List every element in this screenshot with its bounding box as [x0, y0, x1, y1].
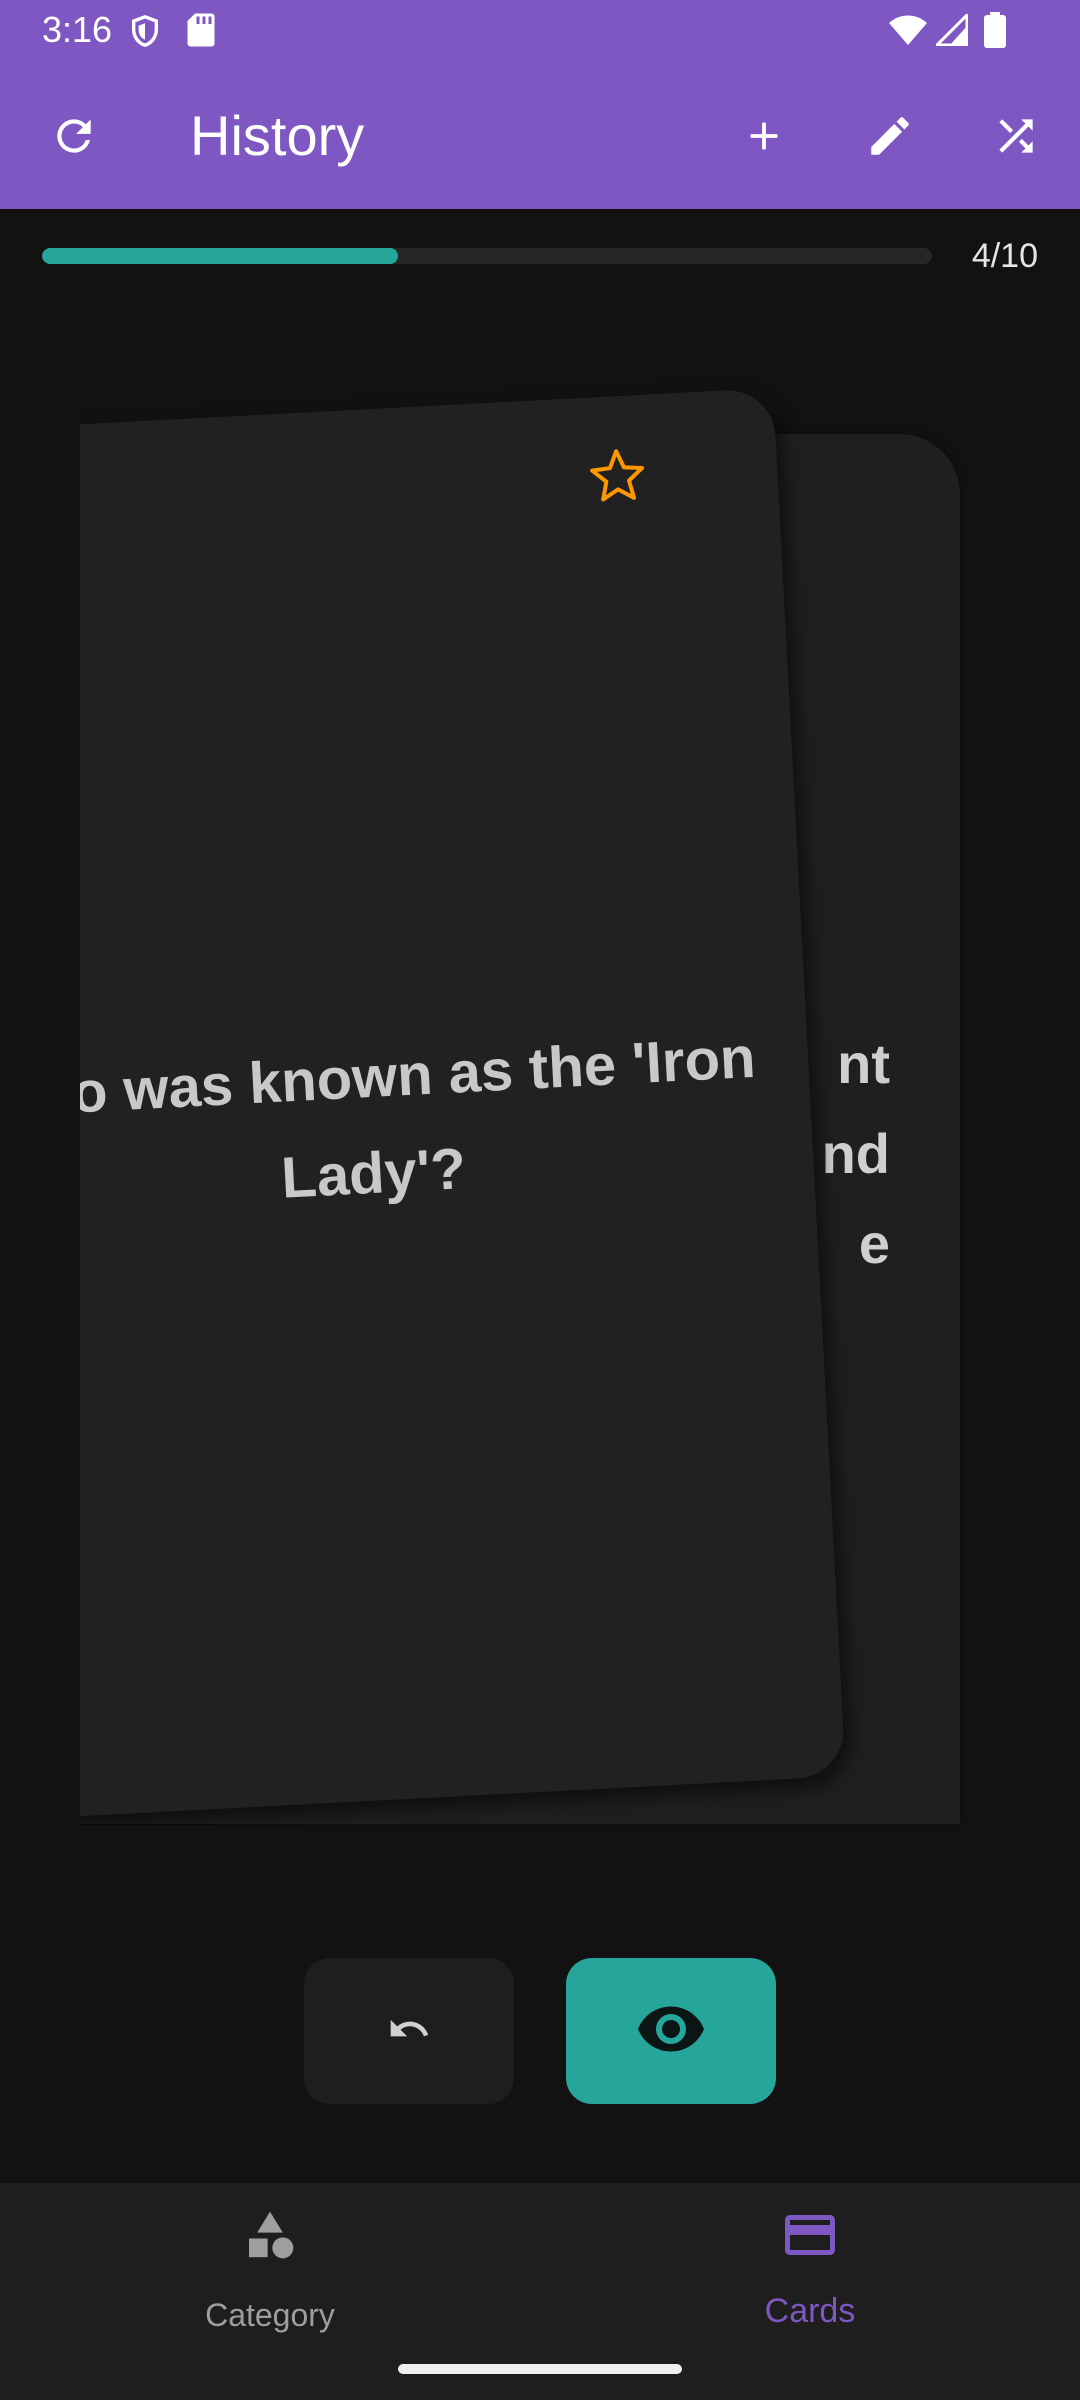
shapes-icon — [242, 2207, 298, 2268]
eye-icon — [635, 1993, 707, 2070]
add-button[interactable] — [722, 96, 806, 180]
nav-item-category[interactable]: Category — [0, 2183, 540, 2373]
battery-icon — [984, 12, 1006, 53]
nav-item-cards[interactable]: Cards — [540, 2183, 1080, 2373]
reveal-answer-button[interactable] — [566, 1958, 776, 2104]
progress-count: 4/10 — [971, 237, 1038, 275]
shield-icon — [128, 12, 162, 55]
edit-button[interactable] — [848, 96, 932, 180]
shuffle-button[interactable] — [974, 96, 1058, 180]
shuffle-icon — [991, 111, 1041, 166]
refresh-icon — [49, 111, 99, 166]
card-question: Who was known as the 'Iron Lady'? — [80, 1024, 757, 1211]
nav-label-cards: Cards — [764, 2292, 856, 2330]
signal-icon — [933, 11, 969, 51]
app-header: 3:16 History — [0, 0, 1080, 209]
home-indicator[interactable] — [398, 2364, 682, 2374]
status-time: 3:16 — [42, 9, 113, 50]
refresh-button[interactable] — [32, 96, 116, 180]
progress-fill — [42, 248, 398, 264]
nav-label-category: Category — [205, 2297, 335, 2333]
wifi-icon — [888, 14, 928, 51]
progress-bar — [42, 248, 932, 264]
add-icon — [741, 113, 787, 164]
pencil-icon — [865, 111, 915, 166]
card-icon — [780, 2205, 840, 2270]
undo-icon — [387, 2007, 431, 2056]
favorite-star-icon[interactable] — [586, 445, 649, 508]
sd-card-icon — [186, 12, 216, 53]
card-stack: nt nd e Who was known as the 'Iron Lady'? — [80, 380, 980, 1825]
flash-card[interactable]: Who was known as the 'Iron Lady'? — [80, 387, 846, 1823]
undo-button[interactable] — [304, 1958, 514, 2104]
page-title: History — [190, 104, 365, 167]
